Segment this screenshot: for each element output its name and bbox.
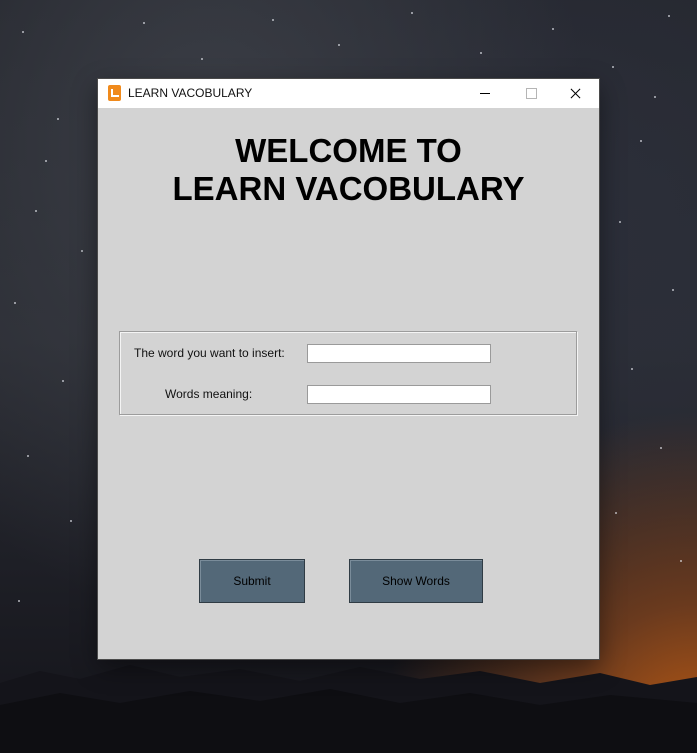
mountain-silhouette — [0, 665, 697, 753]
heading-line-2: LEARN VACOBULARY — [172, 170, 525, 207]
heading-line-1: WELCOME TO — [235, 132, 462, 169]
show-words-button[interactable]: Show Words — [349, 559, 483, 603]
meaning-input[interactable] — [307, 385, 491, 404]
title-bar[interactable]: LEARN VACOBULARY — [98, 79, 599, 108]
maximize-icon[interactable] — [508, 79, 554, 108]
minimize-icon[interactable] — [462, 79, 508, 108]
word-input[interactable] — [307, 344, 491, 363]
app-window: LEARN VACOBULARY WELCOME TO LEARN VACOBU… — [98, 79, 599, 659]
close-icon[interactable] — [553, 79, 599, 108]
submit-button[interactable]: Submit — [199, 559, 305, 603]
meaning-label: Words meaning: — [165, 387, 253, 401]
insert-word-form: The word you want to insert: Words meani… — [119, 331, 577, 415]
window-title: LEARN VACOBULARY — [128, 86, 253, 100]
app-icon — [108, 85, 121, 101]
word-label: The word you want to insert: — [134, 346, 285, 360]
welcome-heading: WELCOME TO LEARN VACOBULARY — [98, 132, 599, 208]
